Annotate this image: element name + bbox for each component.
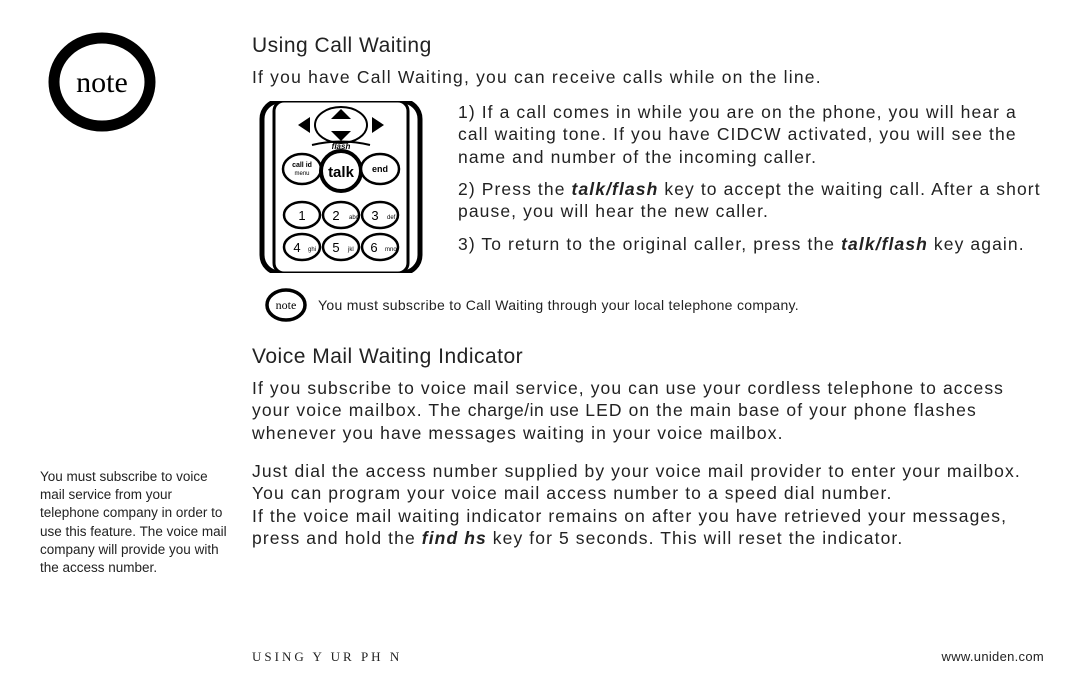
svg-text:1: 1 — [298, 208, 305, 223]
svg-text:6: 6 — [370, 240, 377, 255]
footer-url: www.uniden.com — [942, 649, 1044, 665]
svg-text:def: def — [387, 215, 396, 221]
inline-note: note You must subscribe to Call Waiting … — [264, 287, 1044, 323]
svg-text:4: 4 — [293, 240, 300, 255]
svg-text:2: 2 — [332, 208, 339, 223]
svg-text:jkl: jkl — [347, 247, 354, 253]
voicemail-p2: Just dial the access number supplied by … — [252, 460, 1044, 550]
note-callout-large: note — [40, 32, 170, 134]
svg-text:end: end — [372, 164, 388, 174]
step-2: 2) Press the talk/flash key to accept th… — [458, 178, 1044, 223]
note-circle-icon: note — [40, 32, 170, 134]
main-content: Using Call Waiting If you have Call Wait… — [252, 34, 1044, 549]
step-3: 3) To return to the original caller, pre… — [458, 233, 1044, 255]
svg-text:note: note — [276, 298, 297, 312]
step-1: 1) If a call comes in while you are on t… — [458, 101, 1044, 168]
page-footer: USING Y UR PH N www.uniden.com — [252, 649, 1044, 665]
heading-call-waiting: Using Call Waiting — [252, 34, 1044, 58]
svg-text:call id: call id — [292, 162, 312, 169]
svg-text:talk: talk — [328, 164, 355, 181]
svg-text:ghi: ghi — [308, 247, 316, 253]
heading-voicemail: Voice Mail Waiting Indicator — [252, 345, 1044, 369]
call-waiting-intro: If you have Call Waiting, you can receiv… — [252, 66, 1044, 89]
svg-text:3: 3 — [371, 208, 378, 223]
note-large-text: note — [76, 66, 128, 99]
svg-text:5: 5 — [332, 240, 339, 255]
svg-text:abc: abc — [349, 215, 359, 221]
note-small-icon: note — [264, 287, 308, 323]
voicemail-section: Voice Mail Waiting Indicator If you subs… — [252, 345, 1044, 550]
manual-page: note You must subscribe to voice mail se… — [0, 0, 1080, 687]
svg-text:mno: mno — [385, 247, 397, 253]
svg-text:menu: menu — [294, 171, 309, 177]
voicemail-p1: If you subscribe to voice mail service, … — [252, 377, 1044, 444]
call-waiting-steps: 1) If a call comes in while you are on t… — [458, 101, 1044, 273]
charge-in-use-label: charge/in use — [468, 400, 580, 420]
note-badge-small: note — [264, 287, 308, 323]
callid-button — [283, 154, 321, 184]
footer-section-title: USING Y UR PH N — [252, 649, 402, 665]
sidebar-note: You must subscribe to voice mail service… — [40, 468, 230, 577]
phone-illustration: flash call id menu talk end 1 2 abc — [252, 101, 430, 273]
inline-note-text: You must subscribe to Call Waiting throu… — [318, 297, 799, 313]
